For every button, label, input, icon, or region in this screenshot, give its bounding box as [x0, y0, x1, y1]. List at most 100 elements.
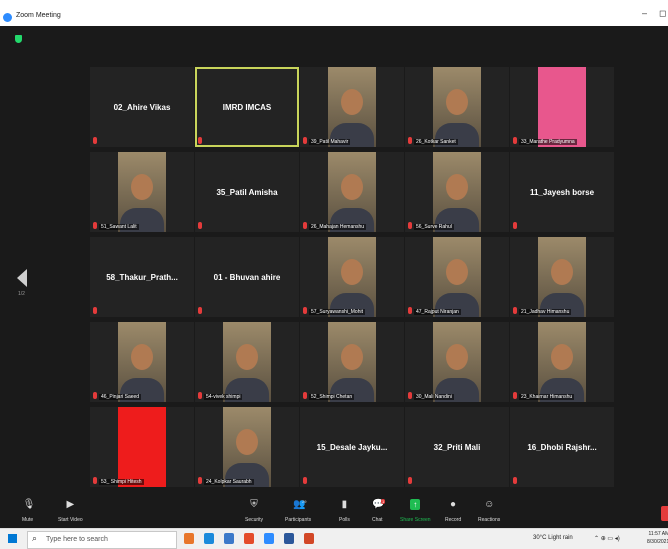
clock-date: 8/30/2021 — [647, 539, 668, 545]
participant-video-feed — [538, 322, 586, 402]
muted-mic-icon — [93, 307, 97, 314]
record-button[interactable]: ● Record — [445, 499, 461, 523]
muted-mic-icon — [513, 137, 517, 144]
participants-button[interactable]: 👥 29 Participants — [285, 499, 311, 523]
participant-tile[interactable]: 39_Patil Mahavir — [300, 67, 404, 147]
participant-tile[interactable]: 11_Jayesh borse — [510, 152, 614, 232]
participant-tile[interactable]: 32_Priti Mali — [405, 407, 509, 487]
participant-name-label: 24_Kolpkar Saurabh — [204, 479, 254, 485]
participant-tile[interactable]: IMRD IMCAS — [195, 67, 299, 147]
reactions-button[interactable]: ☺ Reactions — [478, 499, 500, 523]
participant-display-name: 58_Thakur_Prath... — [106, 273, 178, 282]
share-screen-button[interactable]: ↑ Share Screen — [400, 499, 431, 523]
word-icon[interactable] — [284, 533, 294, 544]
end-meeting-button[interactable] — [661, 506, 668, 521]
participant-tile[interactable]: 52_Shimpi Chetan — [300, 322, 404, 402]
windows-taskbar: ⌕ Type here to search 30°C Light rain ⌃ … — [0, 528, 668, 549]
participant-video-feed — [328, 152, 376, 232]
participant-display-name: 11_Jayesh borse — [529, 188, 595, 197]
participant-tile[interactable]: 46_Pinjari Saeed — [90, 322, 194, 402]
participant-tile[interactable]: 35_Patil Amisha — [195, 152, 299, 232]
microphone-icon: 🎙 — [22, 499, 36, 510]
participant-tile[interactable]: 57_Suryawanshi_Mohit — [300, 237, 404, 317]
participant-video-feed — [538, 237, 586, 317]
participant-video-feed — [538, 67, 586, 147]
cortana-icon[interactable] — [184, 533, 194, 544]
participants-count: 29 — [302, 499, 307, 504]
participant-tile[interactable]: 53_ Shimpi Hitesh — [90, 407, 194, 487]
participant-name-label: 39_Patil Mahavir — [309, 139, 351, 145]
participant-display-name: 16_Dhobi Rajshr... — [527, 443, 597, 452]
participant-video-feed — [223, 322, 271, 402]
search-placeholder: Type here to search — [46, 536, 108, 543]
participant-name-label: 23_Khairnar Himanshu — [519, 394, 575, 400]
minimize-button[interactable]: – — [642, 8, 647, 18]
security-button[interactable]: ⛨ Security — [245, 499, 263, 523]
muted-mic-icon — [198, 222, 202, 229]
taskbar-search-box[interactable]: ⌕ Type here to search — [27, 531, 177, 549]
muted-mic-icon — [513, 307, 517, 314]
window-titlebar: Zoom Meeting – ◻ — [0, 0, 668, 26]
person-face — [236, 344, 258, 370]
weather-widget[interactable]: 30°C Light rain — [533, 535, 573, 541]
participant-video-feed — [118, 407, 166, 487]
participant-video-feed — [433, 237, 481, 317]
edge-browser-icon[interactable] — [204, 533, 214, 544]
participant-tile[interactable]: 02_Ahire Vikas — [90, 67, 194, 147]
participant-name-label: 54-vivek shimpi — [204, 394, 243, 400]
muted-mic-icon — [93, 137, 97, 144]
participant-name-label: 33_Marathe Pradyumna — [519, 139, 577, 145]
participant-tile[interactable]: 54-vivek shimpi — [195, 322, 299, 402]
participant-video-feed — [433, 152, 481, 232]
shield-icon[interactable] — [15, 35, 22, 43]
person-face — [446, 344, 468, 370]
file-explorer-icon[interactable] — [224, 533, 234, 544]
security-label: Security — [245, 517, 264, 523]
windows-start-icon[interactable] — [8, 534, 17, 543]
participant-tile[interactable]: 30_Mali Nandini — [405, 322, 509, 402]
participant-tile[interactable]: 15_Desale Jayku... — [300, 407, 404, 487]
muted-mic-icon — [303, 307, 307, 314]
participant-tile[interactable]: 56_Surve Rahul — [405, 152, 509, 232]
previous-page-arrow-icon[interactable] — [17, 269, 27, 287]
person-face — [236, 429, 258, 455]
participant-tile[interactable]: 24_Kolpkar Saurabh — [195, 407, 299, 487]
participant-name-label: 46_Pinjari Saeed — [99, 394, 142, 400]
share-screen-label: Share Screen — [400, 517, 431, 523]
participant-name-label: 56_Surve Rahul — [414, 224, 454, 230]
chat-button[interactable]: 💬 1 Chat — [372, 499, 386, 523]
polls-button[interactable]: ▮ Polls — [339, 499, 350, 523]
participant-tile[interactable]: 16_Dhobi Rajshr... — [510, 407, 614, 487]
share-screen-icon: ↑ — [410, 499, 421, 510]
person-face — [341, 259, 363, 285]
participants-label: Participants — [285, 517, 312, 523]
mute-button[interactable]: 🎙 Mute — [22, 499, 36, 523]
participant-tile[interactable]: 01 - Bhuvan ahire — [195, 237, 299, 317]
muted-mic-icon — [93, 477, 97, 484]
participant-video-feed — [223, 407, 271, 487]
participant-tile[interactable]: 47_Rajput Niranjan — [405, 237, 509, 317]
participant-tile[interactable]: 33_Marathe Pradyumna — [510, 67, 614, 147]
muted-mic-icon — [198, 477, 202, 484]
chrome-icon[interactable] — [244, 533, 254, 544]
muted-mic-icon — [408, 477, 412, 484]
participant-name-label: 47_Rajput Niranjan — [414, 309, 461, 315]
participant-display-name: 02_Ahire Vikas — [113, 103, 171, 112]
participant-tile[interactable]: 26_Kotkar Sanket — [405, 67, 509, 147]
participant-name-label: 26_Kotkar Sanket — [414, 139, 458, 145]
start-video-button[interactable]: ▶ Start Video — [58, 499, 83, 523]
participant-tile[interactable]: 58_Thakur_Prath... — [90, 237, 194, 317]
person-face — [551, 259, 573, 285]
participant-tile[interactable]: 23_Khairnar Himanshu — [510, 322, 614, 402]
participant-tile[interactable]: 26_Mahajan Hemanshu — [300, 152, 404, 232]
participant-tile[interactable]: 51_Sawant Lalit — [90, 152, 194, 232]
powerpoint-icon[interactable] — [304, 533, 314, 544]
system-tray-icons[interactable]: ⌃ ⊕ ▭ ◂) — [594, 535, 620, 542]
taskbar-clock[interactable]: 11:57 AM 8/30/2021 — [647, 530, 668, 546]
person-face — [131, 174, 153, 200]
reactions-label: Reactions — [478, 517, 501, 523]
restore-button[interactable]: ◻ — [659, 8, 666, 19]
zoom-taskbar-icon[interactable] — [264, 533, 274, 544]
muted-mic-icon — [303, 222, 307, 229]
participant-tile[interactable]: 21_Jadhav Himanshu — [510, 237, 614, 317]
